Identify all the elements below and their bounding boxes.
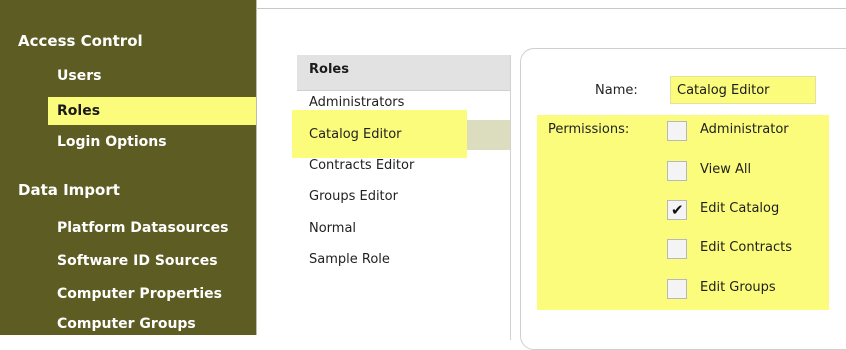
roles-list-header: Roles: [297, 55, 510, 91]
sidebar-item-platform-datasources[interactable]: Platform Datasources: [57, 220, 228, 236]
view-all-checkbox[interactable]: [667, 161, 687, 181]
edit-contracts-label: Edit Contracts: [700, 240, 793, 255]
sidebar-item-software-id-sources[interactable]: Software ID Sources: [57, 253, 218, 269]
edit-catalog-checkbox[interactable]: [667, 200, 687, 220]
role-item-catalog-editor[interactable]: Catalog Editor: [309, 127, 402, 142]
edit-catalog-label: Edit Catalog: [700, 201, 780, 216]
sidebar-item-roles[interactable]: Roles: [57, 103, 100, 119]
roles-list-panel: Roles Administrators Catalog Editor Cont…: [292, 55, 511, 340]
sidebar-section-data-import: Data Import: [18, 181, 120, 199]
edit-contracts-checkbox[interactable]: [667, 239, 687, 259]
administrator-checkbox[interactable]: [667, 121, 687, 141]
administrator-label: Administrator: [700, 122, 789, 137]
role-item-administrators[interactable]: Administrators: [309, 95, 404, 110]
name-label: Name:: [595, 83, 638, 98]
sidebar-item-users[interactable]: Users: [57, 68, 101, 84]
sidebar-item-login-options[interactable]: Login Options: [57, 134, 167, 150]
sidebar-section-access-control: Access Control: [18, 32, 143, 50]
sidebar-item-computer-groups[interactable]: Computer Groups: [57, 316, 196, 332]
view-all-label: View All: [700, 162, 752, 177]
top-divider: [256, 8, 846, 9]
permissions-label: Permissions:: [548, 122, 630, 137]
role-item-sample-role[interactable]: Sample Role: [309, 252, 390, 267]
roles-header-label: Roles: [309, 62, 349, 77]
role-item-contracts-editor[interactable]: Contracts Editor: [309, 158, 414, 173]
edit-groups-checkbox[interactable]: [667, 279, 687, 299]
role-item-normal[interactable]: Normal: [309, 221, 356, 236]
name-input[interactable]: [677, 78, 817, 102]
role-item-groups-editor[interactable]: Groups Editor: [309, 189, 398, 204]
edit-groups-label: Edit Groups: [700, 280, 776, 295]
name-field[interactable]: [670, 76, 817, 104]
sidebar-item-computer-properties[interactable]: Computer Properties: [57, 286, 222, 302]
sidebar-nav: Access Control Users Roles Login Options…: [0, 0, 257, 335]
